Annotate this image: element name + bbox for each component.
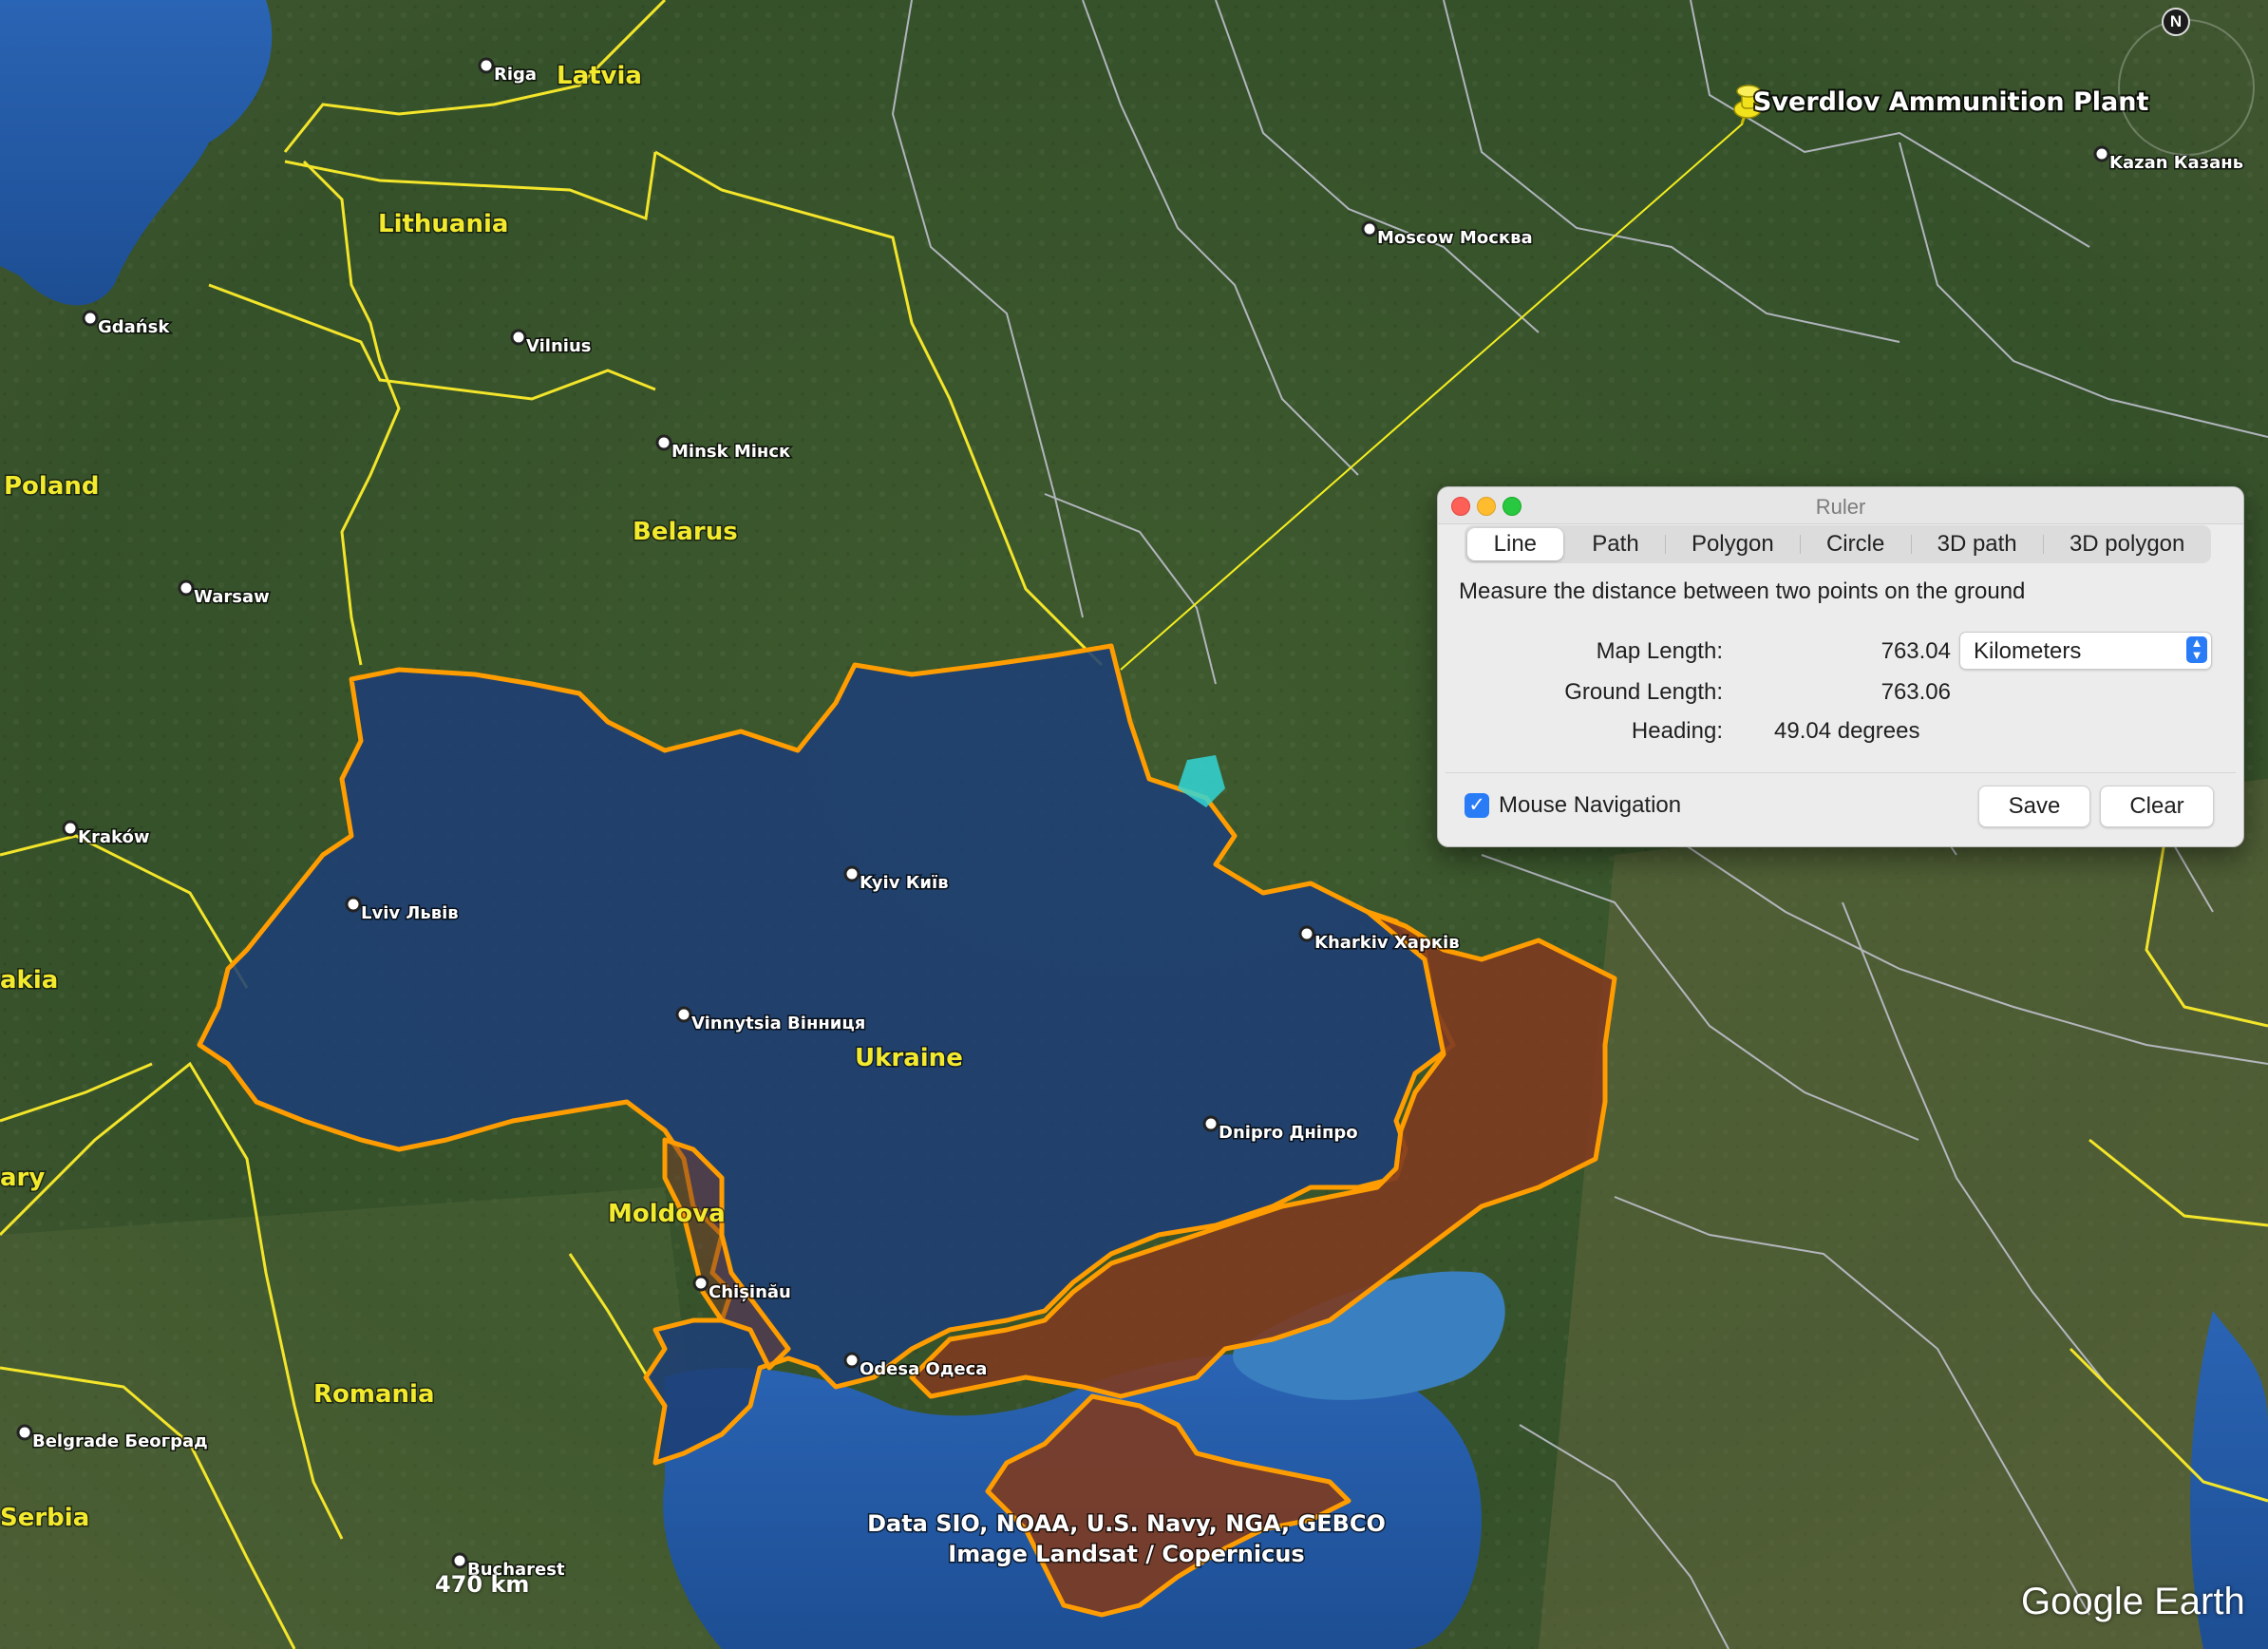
country-label-serbia: Serbia xyxy=(0,1504,89,1532)
country-label-poland: Poland xyxy=(4,472,100,501)
country-label-belarus: Belarus xyxy=(633,518,738,546)
map-length-label: Map Length: xyxy=(1596,638,1723,664)
select-stepper-icon: ▲ ▼ xyxy=(2186,636,2207,663)
units-select[interactable]: Kilometers ▲ ▼ xyxy=(1959,632,2212,670)
country-label-romania: Romania xyxy=(313,1380,435,1409)
city-label-gdansk: Gdańsk xyxy=(98,317,170,337)
country-label-hungary-partial: ary xyxy=(0,1164,45,1192)
placemark-label[interactable]: Sverdlov Ammunition Plant xyxy=(1751,85,2150,119)
city-label-vilnius: Vilnius xyxy=(526,336,591,356)
ground-length-value: 763.06 xyxy=(1881,679,1951,705)
tab-circle[interactable]: Circle xyxy=(1800,525,1911,563)
ground-length-label: Ground Length: xyxy=(1564,679,1723,705)
clear-button[interactable]: Clear xyxy=(2100,786,2214,827)
units-select-value: Kilometers xyxy=(1974,638,2082,664)
city-label-riga: Riga xyxy=(494,65,537,85)
ruler-description: Measure the distance between two points … xyxy=(1459,578,2026,604)
save-button[interactable]: Save xyxy=(1978,786,2090,827)
heading-value: 49.04 degrees xyxy=(1774,718,1920,744)
country-label-ukraine: Ukraine xyxy=(855,1044,963,1072)
google-earth-logo: Google Earth xyxy=(2021,1581,2245,1622)
data-credit: Data SIO, NOAA, U.S. Navy, NGA, GEBCO xyxy=(867,1510,1386,1537)
compass-north-icon[interactable]: N xyxy=(2162,8,2190,36)
tab-line[interactable]: Line xyxy=(1467,528,1563,560)
ruler-dialog[interactable]: Ruler Line Path Polygon Circle 3D path 3… xyxy=(1437,486,2244,847)
city-label-odesa: Odesa Одеса xyxy=(860,1359,987,1379)
tab-polygon[interactable]: Polygon xyxy=(1665,525,1800,563)
city-label-vinnytsia: Vinnytsia Вінниця xyxy=(691,1014,865,1033)
city-label-minsk: Minsk Мінск xyxy=(671,442,790,462)
scale-bar-label: 470 km xyxy=(435,1571,530,1598)
country-label-slovakia-partial: akia xyxy=(0,966,58,995)
city-label-belgrade: Belgrade Београд xyxy=(32,1431,208,1451)
city-label-moscow: Moscow Москва xyxy=(1377,228,1533,248)
city-label-kyiv: Kyiv Київ xyxy=(860,873,949,893)
country-label-moldova: Moldova xyxy=(608,1200,726,1228)
tab-3d-polygon[interactable]: 3D polygon xyxy=(2043,525,2211,563)
country-label-latvia: Latvia xyxy=(557,62,642,90)
country-label-lithuania: Lithuania xyxy=(378,210,508,238)
ruler-tab-bar: Line Path Polygon Circle 3D path 3D poly… xyxy=(1465,525,2211,563)
navigation-ring[interactable] xyxy=(2118,19,2255,156)
mouse-navigation-checkbox[interactable]: ✓ xyxy=(1465,793,1489,818)
tab-path[interactable]: Path xyxy=(1566,525,1666,563)
city-label-chisinau: Chișinău xyxy=(709,1282,791,1302)
city-label-kharkiv: Kharkiv Харків xyxy=(1314,933,1460,953)
ruler-title: Ruler xyxy=(1815,495,1866,519)
heading-label: Heading: xyxy=(1631,718,1723,744)
image-credit: Image Landsat / Copernicus xyxy=(948,1541,1304,1567)
mouse-navigation-label[interactable]: Mouse Navigation xyxy=(1499,792,1681,819)
tab-3d-path[interactable]: 3D path xyxy=(1910,525,2043,563)
city-label-dnipro: Dnipro Дніпро xyxy=(1219,1123,1358,1143)
ruler-divider xyxy=(1446,772,2236,775)
city-label-warsaw: Warsaw xyxy=(194,587,270,607)
map-length-value: 763.04 xyxy=(1881,638,1951,664)
city-label-lviv: Lviv Львів xyxy=(361,903,459,923)
city-label-kazan: Kazan Казань xyxy=(2109,153,2243,173)
city-label-krakow: Kraków xyxy=(78,827,149,847)
ruler-titlebar[interactable]: Ruler xyxy=(1438,487,2243,524)
